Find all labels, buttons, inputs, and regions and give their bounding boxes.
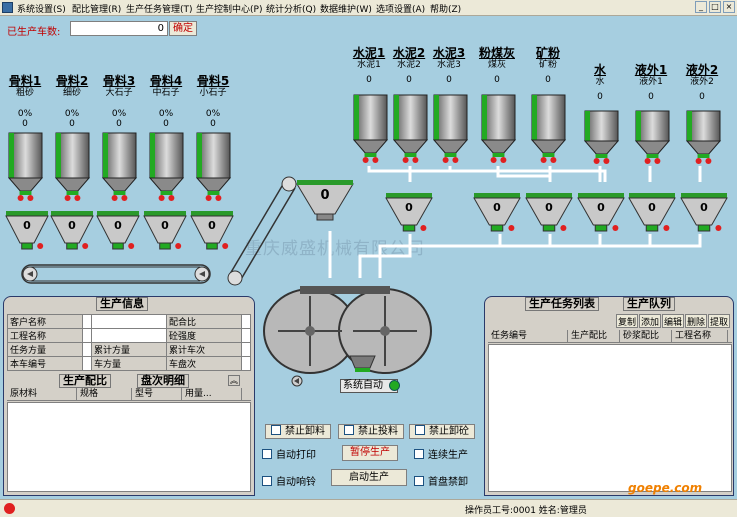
- liquid-additive-1-label: 液外1 液外1 0: [634, 63, 668, 103]
- powder-hopper-2: 0: [473, 193, 521, 243]
- continuous-production-option[interactable]: 连续生产: [414, 446, 468, 461]
- first-disc-option[interactable]: 首盘禁卸: [414, 473, 468, 488]
- cement-1-label: 水泥1 水泥1 0: [352, 46, 386, 86]
- delete-button[interactable]: 删除: [685, 314, 707, 328]
- forbid-unload-checkbox[interactable]: [271, 425, 281, 435]
- material-silo-3: [432, 94, 469, 169]
- menu-data-maintenance[interactable]: 数据维护(W): [320, 2, 372, 15]
- powder-hopper-1: 0: [385, 193, 433, 243]
- start-production-button[interactable]: 启动生产: [331, 469, 407, 486]
- aggregate-hopper-4: 0: [143, 211, 187, 261]
- inclined-conveyor: [227, 176, 297, 286]
- material-silo-8: [685, 110, 722, 170]
- pause-production-button[interactable]: 暂停生产: [342, 445, 398, 461]
- close-button[interactable]: ×: [723, 1, 735, 13]
- brand-watermark: goepe.com: [628, 481, 703, 495]
- menu-statistics[interactable]: 统计分析(Q): [266, 2, 316, 15]
- material-silo-6: [583, 110, 620, 170]
- status-indicator: [389, 380, 400, 391]
- add-button[interactable]: 添加: [639, 314, 661, 328]
- aggregate-silo-5: [195, 132, 232, 207]
- recipe-table-header: 原材料 规格 型号 用量...: [7, 388, 251, 401]
- menu-control-center[interactable]: 生产控制中心(P): [196, 2, 262, 15]
- menu-bar: 系统设置(S) 配比管理(R) 生产任务管理(T) 生产控制中心(P) 统计分析…: [0, 0, 737, 16]
- cement-2-label: 水泥2 水泥2 0: [392, 46, 426, 86]
- slag-powder-label: 矿粉 矿粉 0: [535, 46, 560, 86]
- operator-info: 操作员工号:0001 姓名:管理员: [465, 506, 587, 516]
- forbid-unload-button[interactable]: 禁止卸料: [265, 424, 331, 439]
- aggregate-silo-3: [101, 132, 138, 207]
- powder-hopper-3: 0: [525, 193, 573, 243]
- copy-button[interactable]: 复制: [616, 314, 638, 328]
- production-info-panel: 生产信息 客户名称 配合比 工程名称 砼强度 任务方量 累计方量 累计车次 本车编号 车方…: [3, 296, 255, 496]
- aggregate-silo-1: [7, 132, 44, 207]
- aggregate-4-label: 骨料4 中石子 0% 0: [149, 74, 183, 130]
- material-silo-1: [352, 94, 389, 169]
- task-table-header: 任务编号 生产配比 砂浆配比 工程名称: [488, 330, 732, 343]
- aggregate-hopper-3: 0: [96, 211, 140, 261]
- status-bar: 操作员工号:0001 姓名:管理员: [0, 499, 737, 517]
- material-silo-5: [530, 94, 567, 169]
- tab-production-queue[interactable]: 生产队列: [623, 297, 675, 311]
- task-panel: 生产任务列表 生产队列 复制 添加 编辑 删除 提取 任务编号 生产配比 砂浆配比工…: [484, 296, 734, 496]
- auto-bell-option[interactable]: 自动响铃: [262, 473, 316, 488]
- aggregate-silo-4: [148, 132, 185, 207]
- tab-task-list[interactable]: 生产任务列表: [525, 297, 599, 311]
- aggregate-1-label: 骨料1 粗砂 0% 0: [8, 74, 42, 130]
- aggregate-conveyor: [21, 264, 211, 284]
- collapse-icon[interactable]: ︽: [228, 375, 240, 386]
- fetch-button[interactable]: 提取: [708, 314, 730, 328]
- liquid-additive-2-label: 液外2 液外2 0: [685, 63, 719, 103]
- mixer-feed-hopper: 0: [295, 180, 355, 230]
- production-info-title: 生产信息: [96, 297, 148, 311]
- aggregate-silo-2: [54, 132, 91, 207]
- aggregate-2-label: 骨料2 细砂 0% 0: [55, 74, 89, 130]
- aggregate-hopper-5: 0: [190, 211, 234, 261]
- first-disc-checkbox[interactable]: [414, 475, 424, 486]
- minimize-button[interactable]: _: [695, 1, 707, 13]
- recipe-table-body[interactable]: [7, 402, 251, 492]
- powder-hopper-4: 0: [577, 193, 625, 243]
- aggregate-hopper-1: 0: [5, 211, 49, 261]
- auto-print-option[interactable]: 自动打印: [262, 446, 316, 461]
- material-silo-2: [392, 94, 429, 169]
- powder-hopper-5: 0: [628, 193, 676, 243]
- forbid-concrete-button[interactable]: 禁止卸砼: [409, 424, 475, 439]
- continuous-checkbox[interactable]: [414, 448, 424, 459]
- material-silo-4: [480, 94, 517, 169]
- auto-print-checkbox[interactable]: [262, 448, 272, 459]
- aggregate-3-label: 骨料3 大石子 0% 0: [102, 74, 136, 130]
- edit-button[interactable]: 编辑: [662, 314, 684, 328]
- material-silo-7: [634, 110, 671, 170]
- aggregate-5-label: 骨料5 小石子 0% 0: [196, 74, 230, 130]
- menu-system-settings[interactable]: 系统设置(S): [17, 2, 66, 15]
- forbid-feed-button[interactable]: 禁止投料: [338, 424, 404, 439]
- aggregate-hopper-2: 0: [50, 211, 94, 261]
- powder-hopper-6: 0: [680, 193, 728, 243]
- maximize-button[interactable]: □: [709, 1, 721, 13]
- menu-task-management[interactable]: 生产任务管理(T): [126, 2, 193, 15]
- app-icon: [2, 2, 13, 13]
- flyash-label: 粉煤灰 煤灰 0: [478, 46, 515, 86]
- tab-recipe[interactable]: 生产配比: [59, 374, 111, 388]
- task-table-body[interactable]: [488, 344, 732, 492]
- production-info-table: 客户名称 配合比 工程名称 砼强度 任务方量 累计方量 累计车次 本车编号 车方量 车盘次: [7, 314, 252, 371]
- water-label: 水水 0: [593, 63, 606, 103]
- cement-3-label: 水泥3 水泥3 0: [432, 46, 466, 86]
- mixer: [263, 286, 432, 374]
- forbid-concrete-checkbox[interactable]: [415, 425, 425, 435]
- plant-workspace: 已生产车数: 0 确定 重庆威盛机械有限公司 骨料1 粗砂 0% 0 骨料2 细…: [0, 16, 737, 499]
- forbid-feed-checkbox[interactable]: [344, 425, 354, 435]
- menu-recipe-management[interactable]: 配比管理(R): [72, 2, 121, 15]
- menu-help[interactable]: 帮助(Z): [430, 2, 461, 15]
- menu-options[interactable]: 选项设置(A): [376, 2, 425, 15]
- auto-bell-checkbox[interactable]: [262, 475, 272, 486]
- tab-batch-detail[interactable]: 盘次明细: [137, 374, 189, 388]
- status-red-indicator: [4, 503, 15, 514]
